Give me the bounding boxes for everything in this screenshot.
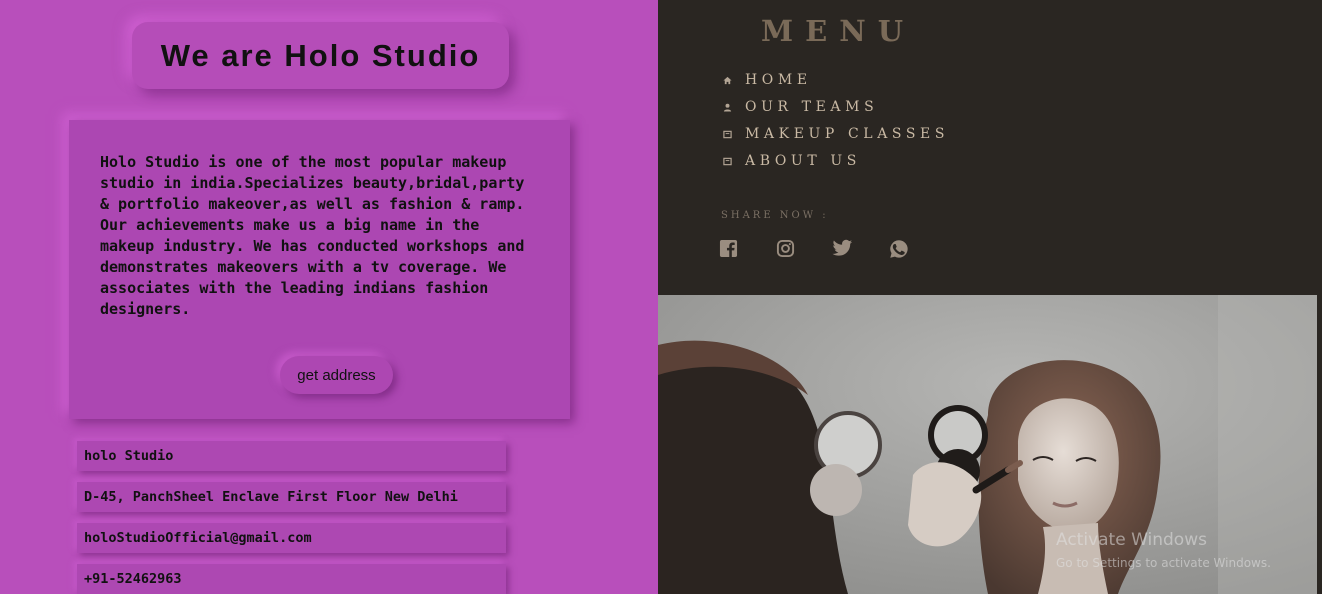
- studio-name-field: holo Studio: [77, 441, 506, 471]
- person-icon: [722, 102, 732, 112]
- title-card: We are Holo Studio: [132, 22, 509, 89]
- makeup-photo: [658, 295, 1317, 594]
- nav-label-about-us: ABOUT US: [745, 153, 861, 169]
- nav-item-about-us[interactable]: ABOUT US: [722, 151, 861, 171]
- address-field: D-45, PanchSheel Enclave First Floor New…: [77, 482, 506, 512]
- menu-title: MENU: [761, 14, 916, 48]
- nav-item-our-teams[interactable]: OUR TEAMS: [722, 97, 878, 117]
- email-field: holoStudioOfficial@gmail.com: [77, 523, 506, 553]
- whatsapp-icon[interactable]: [889, 239, 910, 260]
- about-card: Holo Studio is one of the most popular m…: [69, 120, 570, 419]
- menu-panel: MENU HOME OUR TEAMS MAKEUP CLASSES ABOUT…: [658, 0, 1322, 295]
- nav-item-home[interactable]: HOME: [722, 70, 812, 90]
- nav-item-makeup-classes[interactable]: MAKEUP CLASSES: [722, 124, 949, 144]
- activate-windows-subtitle: Go to Settings to activate Windows.: [1056, 556, 1271, 570]
- nav-label-makeup-classes: MAKEUP CLASSES: [745, 126, 950, 142]
- book-icon: [722, 129, 732, 139]
- get-address-button[interactable]: get address: [280, 356, 393, 394]
- facebook-icon[interactable]: [719, 239, 740, 260]
- instagram-icon[interactable]: [776, 239, 797, 260]
- nav-label-home: HOME: [745, 72, 812, 88]
- book-icon: [722, 156, 732, 166]
- page-title: We are Holo Studio: [160, 37, 481, 73]
- nav-label-our-teams: OUR TEAMS: [745, 99, 879, 115]
- home-icon: [722, 75, 732, 85]
- twitter-icon[interactable]: [832, 239, 853, 260]
- about-panel: We are Holo Studio Holo Studio is one of…: [0, 0, 658, 594]
- photo-edge: [1317, 295, 1322, 594]
- activate-windows-title: Activate Windows: [1056, 530, 1207, 550]
- phone-field: +91-52462963: [77, 564, 506, 594]
- share-label: SHARE NOW :: [721, 210, 829, 221]
- about-text: Holo Studio is one of the most popular m…: [100, 153, 525, 318]
